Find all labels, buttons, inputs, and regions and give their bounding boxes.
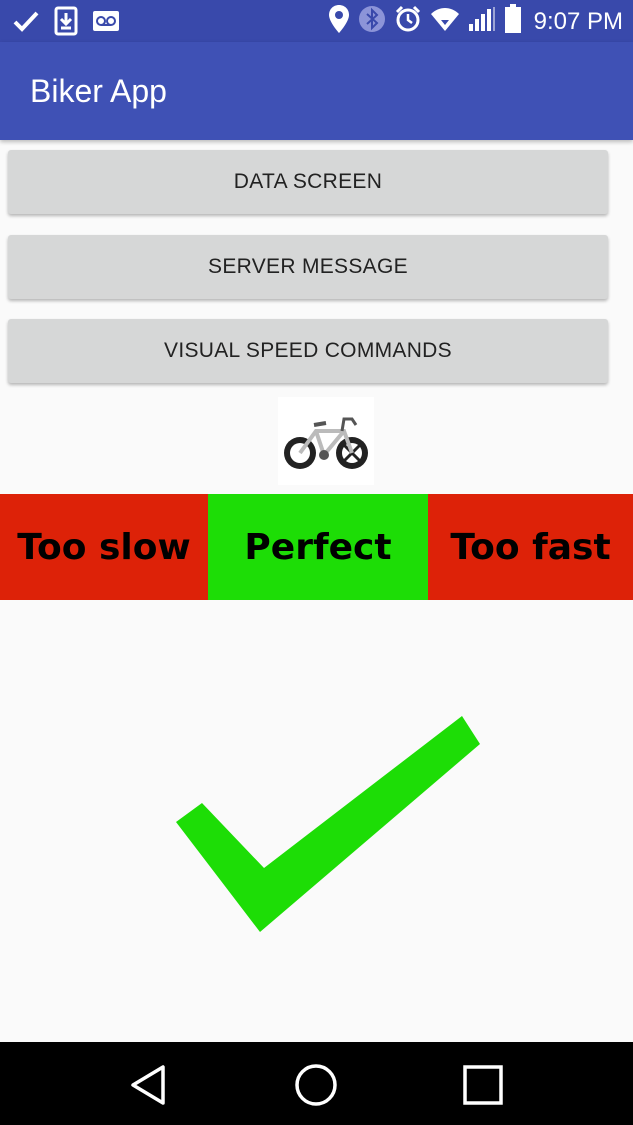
check-mark-icon — [160, 700, 500, 950]
location-icon — [328, 4, 350, 39]
visual-speed-commands-button[interactable]: VISUAL SPEED COMMANDS — [8, 319, 608, 383]
check-icon — [12, 7, 40, 40]
battery-icon — [504, 4, 522, 39]
perfect-segment: Perfect — [208, 494, 428, 600]
signal-icon — [468, 6, 496, 37]
back-icon[interactable] — [124, 1060, 174, 1110]
too-fast-segment: Too fast — [428, 494, 633, 600]
screen: 9:07 PM Biker App DATA SCREEN SERVER MES… — [0, 0, 633, 1125]
speed-indicator: Too slow Perfect Too fast — [0, 494, 633, 600]
voicemail-icon — [92, 9, 120, 38]
wifi-icon — [430, 6, 460, 37]
too-slow-segment: Too slow — [0, 494, 208, 600]
bluetooth-icon — [358, 5, 386, 38]
status-time: 9:07 PM — [533, 7, 623, 35]
bike-image — [278, 397, 374, 485]
data-screen-button[interactable]: DATA SCREEN — [8, 150, 608, 214]
alarm-icon — [394, 5, 422, 38]
download-icon — [54, 6, 78, 41]
app-title: Biker App — [30, 73, 167, 109]
status-left-icons — [12, 6, 120, 41]
status-bar: 9:07 PM — [0, 0, 633, 42]
recents-icon[interactable] — [458, 1060, 508, 1110]
app-bar: Biker App — [0, 42, 633, 140]
home-icon[interactable] — [291, 1060, 341, 1110]
navigation-bar — [0, 1042, 633, 1125]
status-right-icons: 9:07 PM — [328, 4, 623, 39]
server-message-button[interactable]: SERVER MESSAGE — [8, 235, 608, 299]
